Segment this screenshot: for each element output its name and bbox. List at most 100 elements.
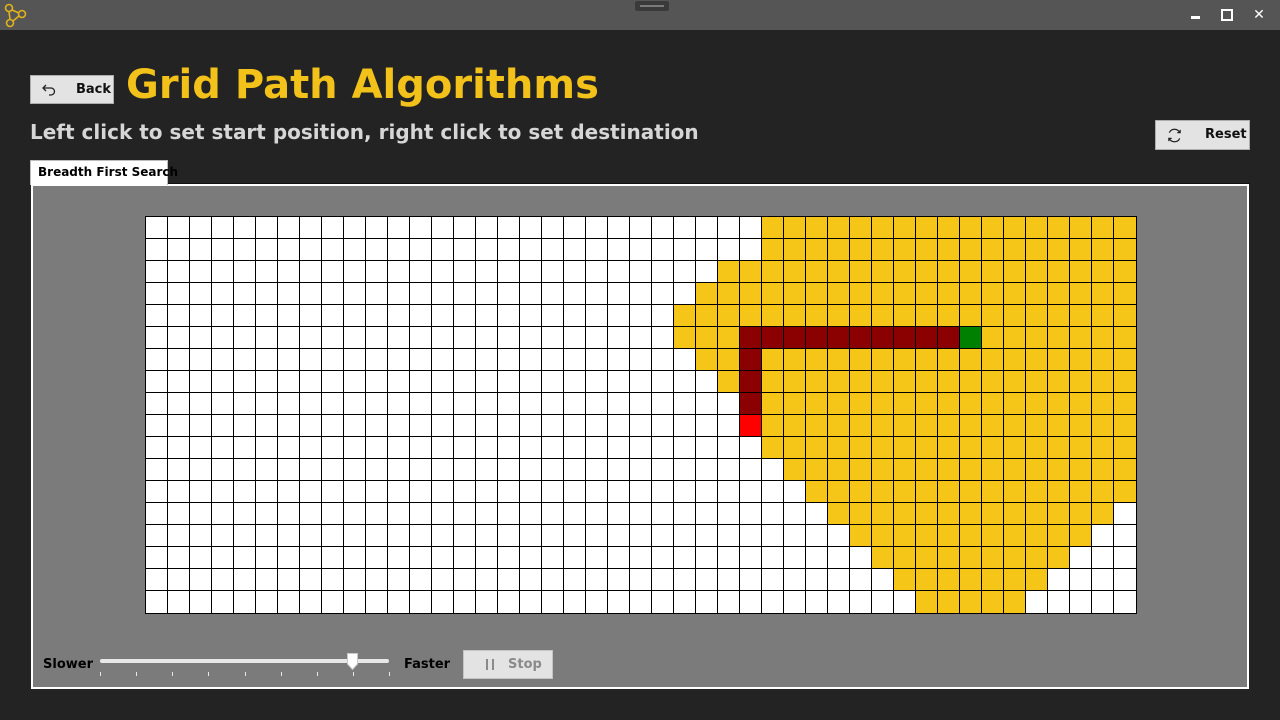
grid-cell-visited[interactable]: [762, 415, 784, 437]
grid-cell-visited[interactable]: [1114, 371, 1136, 393]
grid-cell[interactable]: [696, 481, 718, 503]
grid-cell[interactable]: [696, 547, 718, 569]
grid-cell-visited[interactable]: [806, 371, 828, 393]
grid-cell-visited[interactable]: [960, 415, 982, 437]
grid-cell-visited[interactable]: [982, 393, 1004, 415]
grid-cell[interactable]: [498, 305, 520, 327]
grid-cell-visited[interactable]: [828, 481, 850, 503]
grid-cell[interactable]: [828, 547, 850, 569]
grid-cell[interactable]: [168, 349, 190, 371]
grid-cell-visited[interactable]: [850, 349, 872, 371]
grid-cell[interactable]: [278, 481, 300, 503]
grid-cell-visited[interactable]: [916, 393, 938, 415]
grid-cell-visited[interactable]: [982, 261, 1004, 283]
grid-cell[interactable]: [784, 481, 806, 503]
grid-cell[interactable]: [234, 547, 256, 569]
grid-cell[interactable]: [212, 327, 234, 349]
grid-cell-visited[interactable]: [872, 481, 894, 503]
grid-cell[interactable]: [146, 415, 168, 437]
grid-cell[interactable]: [168, 283, 190, 305]
grid-cell[interactable]: [322, 569, 344, 591]
grid-cell[interactable]: [1114, 547, 1136, 569]
grid-cell[interactable]: [212, 415, 234, 437]
grid-cell[interactable]: [168, 437, 190, 459]
grid-cell[interactable]: [146, 349, 168, 371]
grid-cell[interactable]: [454, 569, 476, 591]
grid-cell[interactable]: [608, 283, 630, 305]
grid-cell[interactable]: [190, 217, 212, 239]
grid-cell[interactable]: [190, 481, 212, 503]
grid-cell-visited[interactable]: [872, 415, 894, 437]
grid-cell[interactable]: [322, 283, 344, 305]
grid-cell-visited[interactable]: [982, 217, 1004, 239]
grid-cell[interactable]: [476, 305, 498, 327]
grid-cell[interactable]: [608, 525, 630, 547]
grid-cell[interactable]: [300, 569, 322, 591]
grid-cell-visited[interactable]: [1114, 481, 1136, 503]
grid-cell[interactable]: [300, 437, 322, 459]
grid-cell-path[interactable]: [872, 327, 894, 349]
grid-cell-visited[interactable]: [828, 503, 850, 525]
grid-cell[interactable]: [586, 393, 608, 415]
grid-cell[interactable]: [168, 217, 190, 239]
grid-cell-visited[interactable]: [1026, 327, 1048, 349]
grid-cell-visited[interactable]: [784, 459, 806, 481]
grid-cell[interactable]: [344, 305, 366, 327]
grid-cell[interactable]: [234, 371, 256, 393]
grid-cell[interactable]: [762, 503, 784, 525]
grid-cell-visited[interactable]: [1114, 459, 1136, 481]
grid-cell[interactable]: [388, 481, 410, 503]
grid-cell[interactable]: [564, 239, 586, 261]
grid-cell[interactable]: [520, 525, 542, 547]
grid-cell[interactable]: [652, 437, 674, 459]
grid-cell-visited[interactable]: [740, 261, 762, 283]
grid-cell-visited[interactable]: [1114, 393, 1136, 415]
grid-cell[interactable]: [146, 371, 168, 393]
grid-cell[interactable]: [410, 371, 432, 393]
grid-cell-visited[interactable]: [806, 349, 828, 371]
grid-cell-visited[interactable]: [960, 349, 982, 371]
grid-cell-visited[interactable]: [1004, 239, 1026, 261]
grid-cell[interactable]: [740, 459, 762, 481]
grid-cell[interactable]: [234, 261, 256, 283]
grid-cell[interactable]: [234, 393, 256, 415]
grid-cell[interactable]: [278, 591, 300, 613]
grid-cell[interactable]: [520, 239, 542, 261]
grid-cell[interactable]: [1092, 525, 1114, 547]
grid-cell-visited[interactable]: [938, 283, 960, 305]
grid-cell[interactable]: [740, 569, 762, 591]
grid-cell[interactable]: [542, 217, 564, 239]
grid-cell[interactable]: [388, 327, 410, 349]
grid-cell[interactable]: [212, 261, 234, 283]
grid-cell[interactable]: [212, 349, 234, 371]
grid-cell[interactable]: [586, 283, 608, 305]
grid-cell-visited[interactable]: [938, 415, 960, 437]
grid-cell-visited[interactable]: [982, 305, 1004, 327]
grid-cell-visited[interactable]: [1026, 305, 1048, 327]
grid-cell-visited[interactable]: [718, 283, 740, 305]
grid-cell[interactable]: [432, 371, 454, 393]
grid-cell[interactable]: [322, 393, 344, 415]
grid-cell-visited[interactable]: [960, 547, 982, 569]
grid-cell[interactable]: [454, 327, 476, 349]
grid-cell-visited[interactable]: [784, 393, 806, 415]
grid-cell[interactable]: [542, 327, 564, 349]
grid-cell[interactable]: [454, 305, 476, 327]
grid-cell[interactable]: [322, 591, 344, 613]
grid-cell-visited[interactable]: [784, 239, 806, 261]
grid-cell[interactable]: [344, 459, 366, 481]
grid-cell-visited[interactable]: [916, 503, 938, 525]
grid-cell-visited[interactable]: [1070, 371, 1092, 393]
grid-cell[interactable]: [454, 393, 476, 415]
grid-cell[interactable]: [300, 503, 322, 525]
grid-cell-visited[interactable]: [850, 217, 872, 239]
grid-cell-visited[interactable]: [1026, 481, 1048, 503]
grid-cell[interactable]: [322, 481, 344, 503]
grid-cell-visited[interactable]: [1048, 349, 1070, 371]
grid-cell[interactable]: [146, 437, 168, 459]
grid-cell[interactable]: [190, 415, 212, 437]
grid-cell[interactable]: [718, 239, 740, 261]
grid-cell-visited[interactable]: [1048, 371, 1070, 393]
grid-cell-visited[interactable]: [1026, 283, 1048, 305]
grid-cell-visited[interactable]: [1092, 239, 1114, 261]
